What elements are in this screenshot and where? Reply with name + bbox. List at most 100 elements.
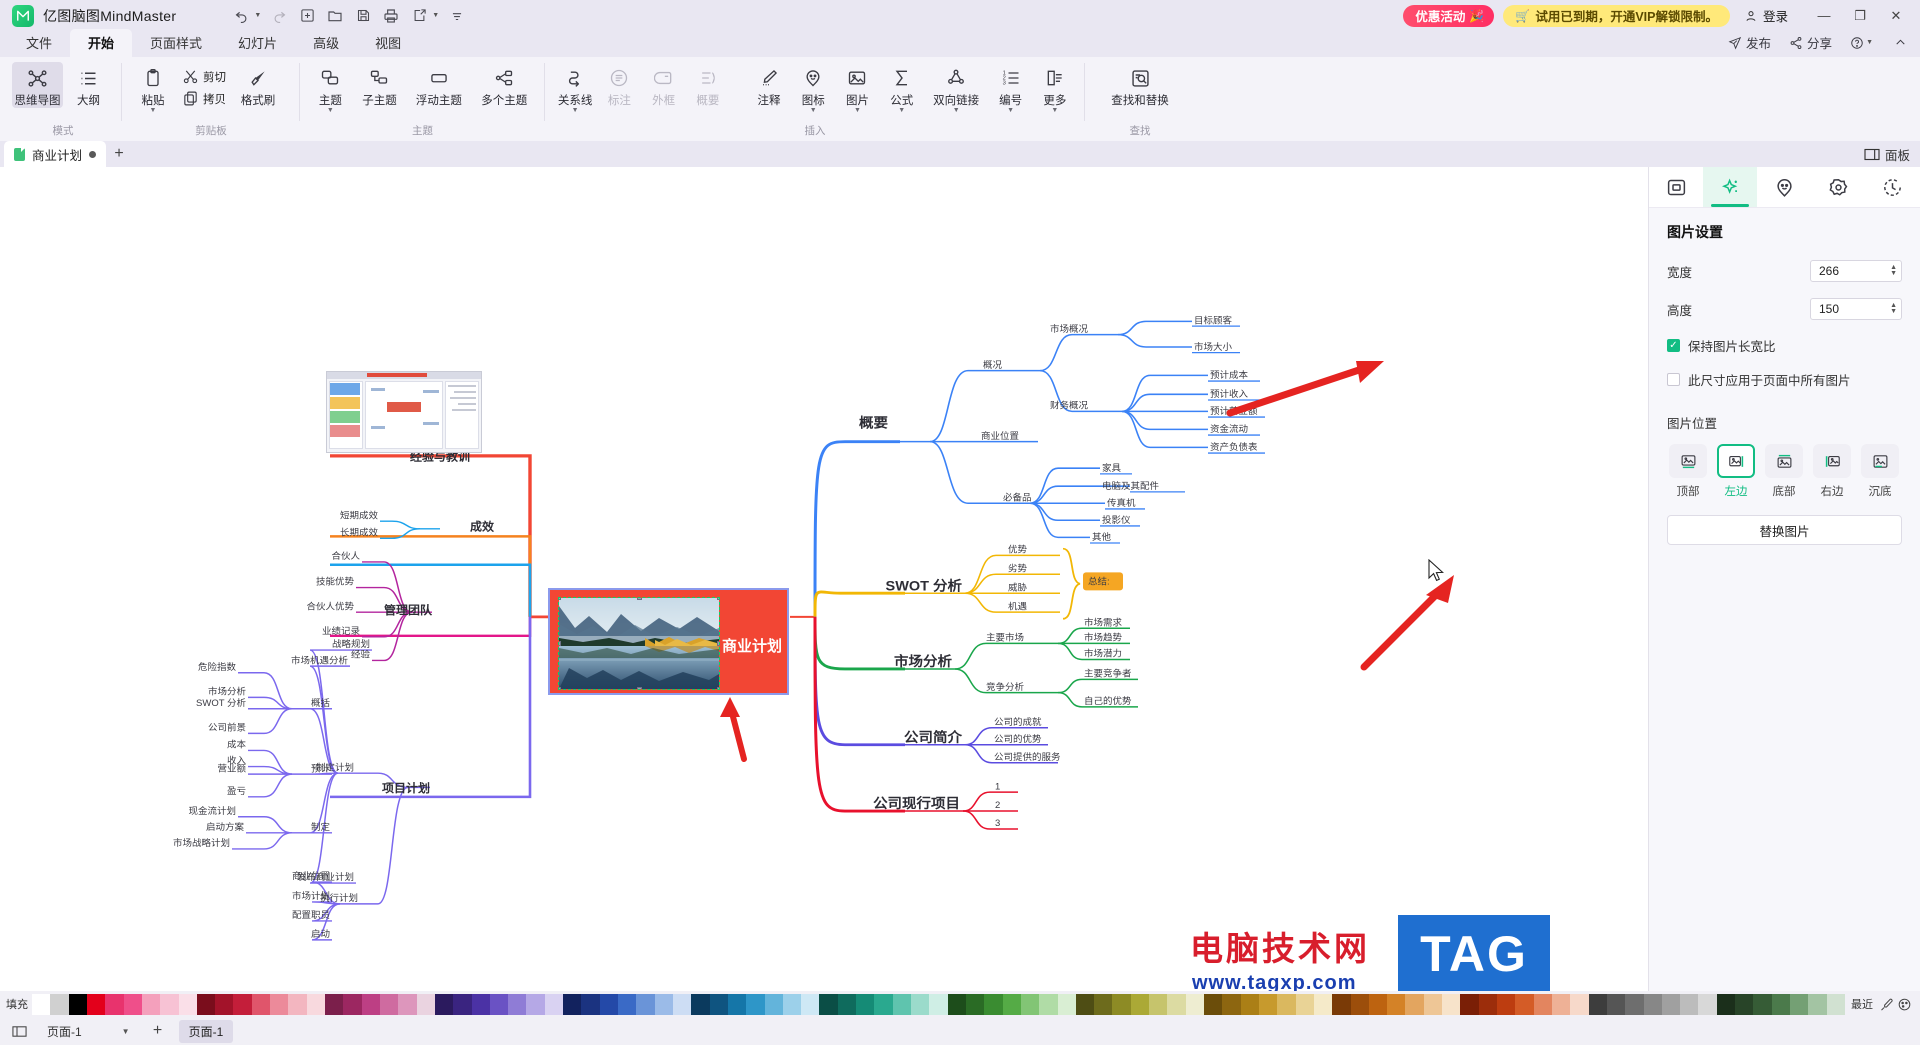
apply-all-row[interactable]: 此尺寸应用于页面中所有图片 <box>1667 370 1902 389</box>
color-swatch[interactable] <box>544 993 564 1015</box>
color-swatch[interactable] <box>1332 993 1351 1015</box>
ribbon-formula-button[interactable]: 公式 ▼ <box>880 62 924 115</box>
node-business-location[interactable]: 商业位置 <box>981 430 1019 441</box>
color-swatch[interactable] <box>1442 993 1461 1015</box>
layout-toggle-button[interactable] <box>8 1021 30 1041</box>
color-swatch[interactable] <box>508 993 527 1015</box>
ribbon-subtopic-button[interactable]: 子主题 <box>353 62 406 108</box>
node-opportunity[interactable]: 机遇 <box>1008 601 1027 612</box>
node-market-potential[interactable]: 市场潜力 <box>1084 648 1122 659</box>
color-swatch[interactable] <box>691 993 710 1015</box>
node-market-analysis-left[interactable]: 市场分析 <box>208 686 246 697</box>
export-button[interactable] <box>406 4 432 28</box>
style-tab[interactable] <box>1649 167 1703 207</box>
panel-toggle-button[interactable]: 面板 <box>1864 145 1910 164</box>
node-project-1[interactable]: 1 <box>995 781 1000 791</box>
collapse-ribbon-button[interactable] <box>1887 34 1914 51</box>
color-swatch[interactable] <box>764 993 783 1015</box>
node-strategic-planning[interactable]: 战略规划 <box>332 638 370 649</box>
ribbon-note-button[interactable]: 注释 <box>747 62 791 108</box>
node-computer-accessories[interactable]: 电脑及其配件 <box>1102 480 1159 491</box>
color-swatch[interactable] <box>160 993 179 1015</box>
tab-file[interactable]: 文件 <box>8 29 70 57</box>
color-swatch[interactable] <box>1313 993 1333 1015</box>
color-swatch[interactable] <box>1478 993 1497 1015</box>
node-long-term-result[interactable]: 长期成效 <box>340 527 378 538</box>
page-selector[interactable]: 页面-1 ▼ <box>40 1020 137 1043</box>
node-market-strategy-plan[interactable]: 市场战略计划 <box>173 837 230 848</box>
color-swatch[interactable] <box>1094 993 1113 1015</box>
color-swatch[interactable] <box>453 993 472 1015</box>
resize-handle-e[interactable] <box>717 641 719 646</box>
formula-dropdown-icon[interactable]: ▼ <box>898 107 905 115</box>
node-swot[interactable]: SWOT 分析 <box>886 578 962 594</box>
color-swatch[interactable] <box>86 993 106 1015</box>
image-tab[interactable] <box>1703 167 1758 207</box>
document-tab[interactable]: 商业计划 <box>4 141 107 167</box>
node-summary-general[interactable]: 概括 <box>311 697 330 708</box>
color-swatch[interactable] <box>1735 993 1754 1015</box>
color-swatch[interactable] <box>672 993 692 1015</box>
color-swatch[interactable] <box>471 993 490 1015</box>
add-page-button[interactable]: + <box>147 1021 169 1041</box>
node-startup-plan[interactable]: 启动方案 <box>206 821 244 832</box>
bidirectional-link-dropdown-icon[interactable]: ▼ <box>953 107 960 115</box>
color-swatch[interactable] <box>1606 993 1626 1015</box>
node-company-prospect[interactable]: 公司前景 <box>208 722 246 733</box>
position-right[interactable]: 右边 <box>1811 444 1853 499</box>
color-swatch[interactable] <box>489 993 509 1015</box>
undo-button[interactable] <box>228 4 254 28</box>
color-swatch[interactable] <box>1661 993 1681 1015</box>
page-chip[interactable]: 页面-1 <box>178 1019 234 1043</box>
sticker-tab[interactable] <box>1757 167 1811 207</box>
color-swatch[interactable] <box>1368 993 1388 1015</box>
color-swatch[interactable] <box>1460 993 1479 1015</box>
login-button[interactable]: 登录 <box>1744 6 1788 25</box>
width-stepper[interactable]: 266 ▲ ▼ <box>1810 260 1902 282</box>
color-swatch[interactable] <box>233 993 252 1015</box>
node-gaiyao[interactable]: 概要 <box>859 415 888 431</box>
open-button[interactable] <box>322 4 348 28</box>
node-projector[interactable]: 投影仪 <box>1102 514 1130 525</box>
save-button[interactable] <box>350 4 376 28</box>
promo-badge[interactable]: 优惠活动 🎉 <box>1403 4 1495 27</box>
color-swatch[interactable] <box>1551 993 1571 1015</box>
color-swatch[interactable] <box>1533 993 1552 1015</box>
more-dropdown-icon[interactable]: ▼ <box>1051 107 1058 115</box>
color-swatch[interactable] <box>1790 993 1809 1015</box>
replace-image-button[interactable]: 替换图片 <box>1667 515 1902 545</box>
image-dropdown-icon[interactable]: ▼ <box>854 107 861 115</box>
color-swatch[interactable] <box>837 993 857 1015</box>
node-strength[interactable]: 优势 <box>1008 544 1027 555</box>
ribbon-floating-topic-button[interactable]: 浮动主题 <box>406 62 471 108</box>
color-swatch[interactable] <box>1350 993 1369 1015</box>
node-estimate[interactable]: 预计 <box>311 763 330 774</box>
node-market-plan[interactable]: 市场计划 <box>292 890 330 901</box>
color-swatch[interactable] <box>618 993 637 1015</box>
node-company-advantage[interactable]: 公司的优势 <box>994 733 1041 744</box>
node-project-2[interactable]: 2 <box>995 800 1000 810</box>
color-swatch[interactable] <box>1680 993 1699 1015</box>
color-swatch[interactable] <box>1625 993 1644 1015</box>
color-swatch[interactable] <box>636 993 655 1015</box>
recent-tools[interactable] <box>1879 997 1912 1012</box>
ribbon-image-button[interactable]: 图片 ▼ <box>835 62 879 115</box>
node-overview-status[interactable]: 概况 <box>983 359 1002 370</box>
color-swatch[interactable] <box>105 993 124 1015</box>
node-market-demand[interactable]: 市场需求 <box>1084 617 1122 628</box>
topic-dropdown-icon[interactable]: ▼ <box>327 107 334 115</box>
node-competition-analysis[interactable]: 竞争分析 <box>986 681 1024 692</box>
node-swot-analysis-left[interactable]: SWOT 分析 <box>196 697 246 708</box>
color-swatch[interactable] <box>947 993 966 1015</box>
keep-ratio-checkbox[interactable]: ✓ <box>1667 339 1680 352</box>
color-swatch[interactable] <box>32 993 51 1015</box>
node-financial-overview[interactable]: 财务概况 <box>1050 400 1088 411</box>
node-other[interactable]: 其他 <box>1092 531 1111 542</box>
color-swatches[interactable] <box>32 993 1845 1015</box>
apply-all-checkbox[interactable] <box>1667 373 1680 386</box>
color-swatch[interactable] <box>1808 993 1827 1015</box>
color-swatch[interactable] <box>343 993 362 1015</box>
page-dropdown-icon[interactable]: ▼ <box>122 1027 130 1036</box>
node-partner[interactable]: 合伙人 <box>332 550 360 561</box>
color-swatch[interactable] <box>1240 993 1259 1015</box>
